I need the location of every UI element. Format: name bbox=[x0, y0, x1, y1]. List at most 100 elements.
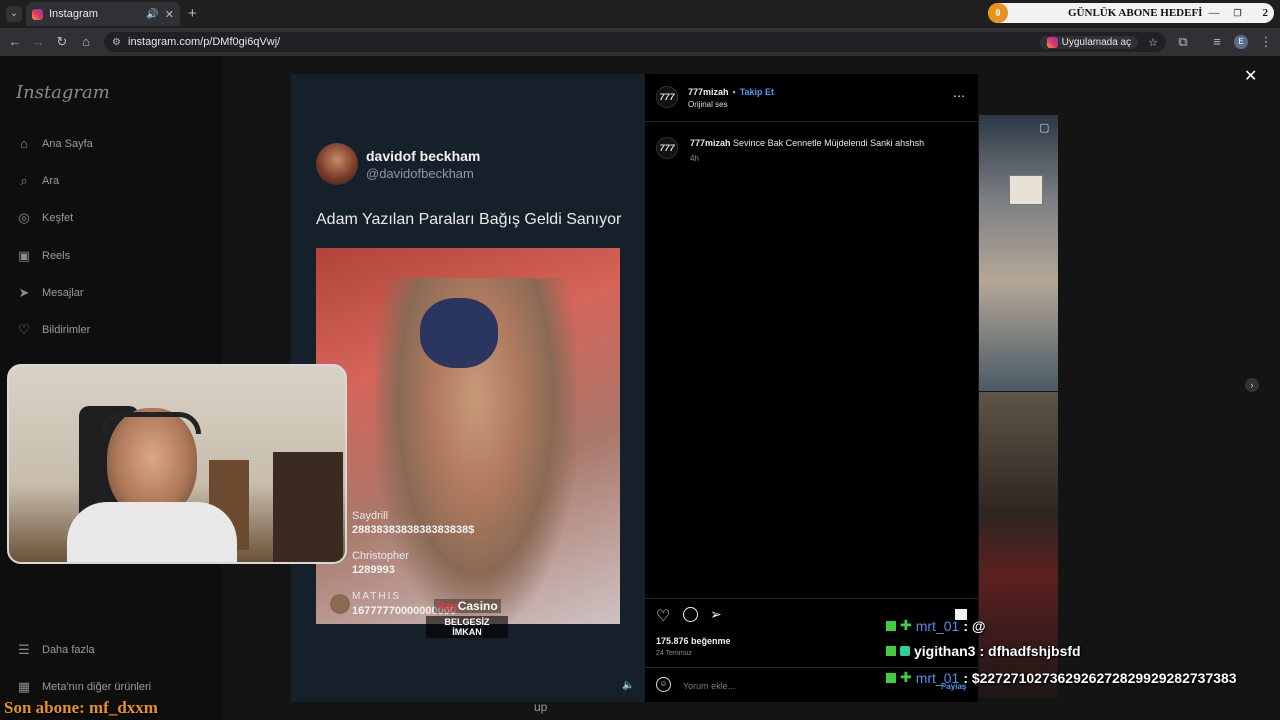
caption: 777mizah Sevince Bak Cennetle Müjdelendi… bbox=[690, 138, 924, 148]
hamburger-icon: ☰ bbox=[18, 642, 30, 657]
tweet-avatar bbox=[316, 143, 358, 185]
goal-count: 0 bbox=[988, 3, 1008, 23]
caption-username[interactable]: 777mizah bbox=[690, 138, 731, 148]
sidebar-item-meta[interactable]: ▦ Meta'nın diğer ürünleri bbox=[16, 679, 151, 695]
open-in-app-label: Uygulamada aç bbox=[1061, 36, 1132, 48]
comment-icon[interactable] bbox=[683, 607, 698, 622]
reload-icon[interactable]: ↻ bbox=[53, 34, 71, 50]
kick-badge-icon bbox=[886, 646, 896, 656]
post-username[interactable]: 777mizah bbox=[688, 87, 729, 97]
next-arrow-icon[interactable]: › bbox=[1245, 378, 1259, 392]
donor2-name: Christopher bbox=[352, 550, 409, 562]
house-shape bbox=[1009, 175, 1043, 205]
sidebar-item-label: Ara bbox=[42, 175, 60, 187]
more-options-icon[interactable]: ⋯ bbox=[953, 89, 965, 103]
sidebar-item-label: Bildirimler bbox=[42, 324, 91, 336]
sidebar-item-search[interactable]: ⌕ Ara bbox=[16, 173, 59, 189]
curly-hair-shape bbox=[420, 298, 498, 368]
browser-tab-instagram[interactable]: Instagram 🔊 ✕ bbox=[26, 2, 180, 26]
audio-label[interactable]: Orijinal ses bbox=[688, 100, 728, 109]
heart-icon: ♡ bbox=[18, 322, 30, 337]
sub-badge-icon bbox=[900, 646, 910, 656]
reels-icon: ▣ bbox=[17, 248, 31, 263]
caption-avatar[interactable]: 777 bbox=[656, 137, 678, 159]
donor1-amount: 2883838383838383838$ bbox=[352, 524, 475, 536]
new-tab-icon[interactable]: + bbox=[188, 5, 197, 22]
tweet-author-name: davidof beckham bbox=[366, 148, 481, 164]
kick-badge-icon bbox=[886, 672, 896, 683]
reel-icon: ▢ bbox=[1039, 122, 1050, 134]
headphones-shape bbox=[101, 412, 201, 434]
tab-search-button[interactable]: ⌄ bbox=[6, 6, 22, 22]
next-post-thumbnail[interactable]: ▢ bbox=[979, 115, 1058, 391]
donor1-name: Saydrill bbox=[352, 510, 389, 522]
sidebar-item-label: Meta'nın diğer ürünleri bbox=[42, 681, 152, 693]
chat-message: ✚ mrt_01 : $2272710273629262728299292827… bbox=[886, 669, 1237, 686]
bookmark-star-icon[interactable]: ☆ bbox=[1148, 36, 1158, 49]
white-shirt-shape bbox=[67, 502, 237, 562]
sidebar-item-label: Ana Sayfa bbox=[42, 138, 93, 150]
minimize-icon[interactable]: — bbox=[1208, 7, 1219, 19]
sidebar-item-reels[interactable]: ▣ Reels bbox=[16, 248, 70, 264]
tweet-text: Adam Yazılan Paraları Bağış Geldi Sanıyo… bbox=[316, 211, 622, 228]
like-heart-icon[interactable]: ♡ bbox=[656, 606, 670, 626]
caption-line-2: İMKAN bbox=[452, 627, 482, 637]
instagram-app-icon bbox=[1046, 36, 1058, 48]
compass-icon: ◎ bbox=[18, 210, 30, 225]
daily-sub-goal-overlay: 0 GÜNLÜK ABONE HEDEFİ — ❐ 2 bbox=[988, 3, 1274, 23]
profile-avatar[interactable]: E bbox=[1234, 35, 1248, 49]
author-avatar[interactable]: 777 bbox=[656, 86, 678, 108]
likes-count[interactable]: 175.876 beğenme bbox=[656, 636, 731, 646]
sidebar-item-messages[interactable]: ➤ Mesajlar bbox=[16, 285, 84, 301]
url-text: instagram.com/p/DMf0gi6qVwj/ bbox=[128, 36, 281, 48]
reading-list-icon[interactable]: ≡ bbox=[1208, 34, 1226, 49]
instagram-logo[interactable]: Instagram bbox=[16, 82, 110, 103]
chat-username: mrt_01 bbox=[915, 669, 960, 686]
donor2-amount: 1289993 bbox=[352, 564, 395, 576]
brand-a: Vay bbox=[437, 599, 458, 613]
bookshelf-shape-2 bbox=[273, 452, 343, 562]
menu-kebab-icon[interactable]: ⋮ bbox=[1257, 34, 1275, 50]
tab-close-icon[interactable]: ✕ bbox=[165, 8, 174, 21]
home-browser-icon[interactable]: ⌂ bbox=[77, 34, 95, 49]
dot-separator: • bbox=[732, 87, 736, 97]
sidebar-item-explore[interactable]: ◎ Keşfet bbox=[16, 210, 73, 226]
plus-badge-icon: ✚ bbox=[900, 617, 912, 633]
chat-text: : dfhadfshjbsfd bbox=[979, 643, 1081, 659]
site-info-icon[interactable]: ⚙ bbox=[112, 37, 121, 48]
tweet-handle: @davidofbeckham bbox=[366, 166, 474, 181]
chat-message: ✚ mrt_01 : @ bbox=[886, 617, 986, 634]
back-icon[interactable]: ← bbox=[6, 34, 24, 49]
caption-text: Sevince Bak Cennetle Müjdelendi Sanki ah… bbox=[733, 138, 925, 148]
divider bbox=[645, 121, 978, 122]
sidebar-item-label: Daha fazla bbox=[42, 644, 95, 656]
comment-input[interactable]: Yorum ekle... bbox=[683, 681, 735, 691]
instagram-favicon-icon bbox=[32, 8, 43, 20]
home-icon: ⌂ bbox=[20, 136, 28, 151]
caption-time: 4h bbox=[690, 154, 699, 163]
chat-message: yigithan3 : dfhadfshjbsfd bbox=[886, 643, 1081, 659]
brand-b: Casino bbox=[457, 599, 498, 613]
sidebar-item-more[interactable]: ☰ Daha fazla bbox=[16, 642, 95, 658]
emoji-icon[interactable]: ☺ bbox=[656, 677, 671, 692]
extensions-icon[interactable]: ⧉ bbox=[1174, 34, 1192, 50]
open-in-app-button[interactable]: Uygulamada aç bbox=[1039, 35, 1139, 49]
video-frame[interactable]: Saydrill 2883838383838383838$ Christophe… bbox=[316, 248, 620, 624]
sidebar-item-notifications[interactable]: ♡ Bildirimler bbox=[16, 322, 90, 338]
goal-label: GÜNLÜK ABONE HEDEFİ bbox=[1068, 7, 1203, 19]
donor3-name: MATHIS bbox=[352, 591, 402, 602]
divider bbox=[645, 598, 978, 599]
share-send-icon[interactable]: ➢ bbox=[710, 606, 722, 623]
restore-icon[interactable]: ❐ bbox=[1233, 8, 1241, 19]
mute-icon[interactable]: 🔈 bbox=[622, 680, 634, 691]
follow-button[interactable]: Takip Et bbox=[740, 87, 774, 97]
goal-target: 2 bbox=[1262, 7, 1269, 19]
close-modal-icon[interactable]: ✕ bbox=[1244, 66, 1257, 86]
streamer-webcam bbox=[7, 364, 347, 564]
chat-text: : $227271027362926272829929282737383 bbox=[963, 669, 1237, 686]
address-bar[interactable]: ⚙ instagram.com/p/DMf0gi6qVwj/ Uygulamad… bbox=[104, 32, 1166, 52]
tab-audio-icon[interactable]: 🔊 bbox=[146, 9, 158, 20]
sidebar-item-home[interactable]: ⌂ Ana Sayfa bbox=[16, 136, 93, 152]
meta-icon: ▦ bbox=[17, 679, 31, 694]
forward-icon[interactable]: → bbox=[29, 34, 47, 49]
